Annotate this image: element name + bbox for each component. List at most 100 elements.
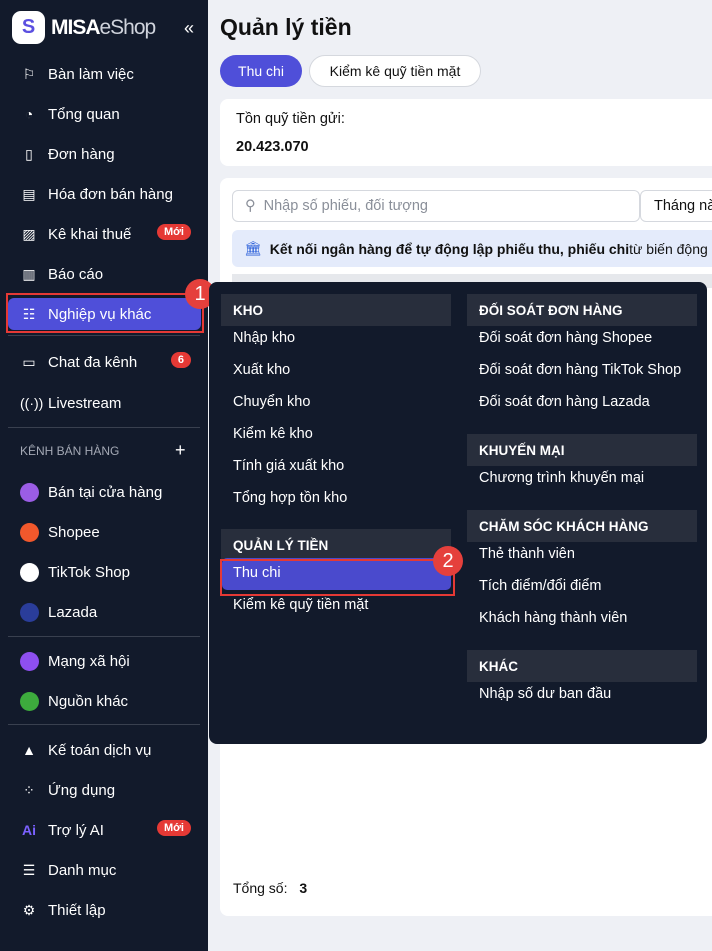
sidebar-item-label: Livestream: [48, 394, 122, 412]
order-icon: ▯: [25, 145, 33, 162]
other-operations-menu: KHO Nhập kho Xuất kho Chuyển kho Kiểm kê kho…: [209, 282, 707, 744]
menu-item[interactable]: Chuyển kho: [233, 394, 310, 410]
sidebar-item-label: Tổng quan: [48, 105, 120, 123]
sidebar-badge: 6: [170, 352, 191, 368]
menu-item[interactable]: Xuất kho: [233, 362, 290, 378]
sidebar-item-label: Bàn làm việc: [48, 65, 134, 83]
collapse-sidebar-button[interactable]: «: [184, 18, 194, 39]
menu-item[interactable]: Tổng hợp tồn kho: [233, 490, 347, 506]
menu-section-header: KHÁC: [467, 650, 697, 682]
brand-name: MISAeShop: [51, 15, 157, 40]
bank-banner-bold: Kết nối ngân hàng để tự động lập phiếu t…: [269, 240, 630, 257]
add-channel-button[interactable]: +: [175, 440, 186, 461]
menu-item[interactable]: Tính giá xuất kho: [233, 458, 344, 474]
sidebar-item[interactable]: Ai Trợ lý AI Mới: [8, 814, 201, 846]
menu-item[interactable]: Tích điểm/đổi điểm: [479, 578, 602, 594]
brand-main: MISA: [51, 15, 100, 39]
menu-item[interactable]: Khách hàng thành viên: [479, 610, 627, 626]
sidebar-item[interactable]: ▨ Kê khai thuế Mới: [8, 218, 201, 250]
menu-item[interactable]: Kiểm kê kho: [233, 426, 313, 442]
bank-banner-rest: từ biến động số dư: [629, 240, 712, 257]
sidebar-item[interactable]: TikTok Shop: [8, 556, 201, 588]
balance-value: 20.423.070: [236, 139, 309, 155]
sidebar-item-label: Shopee: [48, 523, 100, 541]
channel-icon: [20, 482, 39, 502]
sidebar-item[interactable]: Bán tại cửa hàng: [8, 476, 201, 508]
sidebar-item-label: Đơn hàng: [48, 145, 115, 163]
sidebar-item-label: Kế toán dịch vụ: [48, 741, 152, 759]
total-value: 3: [299, 880, 308, 896]
channels-heading: KÊNH BÁN HÀNG: [20, 444, 120, 458]
sidebar-item[interactable]: ⚙ Thiết lập: [8, 894, 201, 926]
menu-item[interactable]: Chương trình khuyến mại: [479, 470, 644, 486]
sidebar-item-label: Trợ lý AI: [48, 821, 104, 839]
channel-icon: [20, 562, 39, 582]
sidebar-item-label: Hóa đơn bán hàng: [48, 185, 173, 203]
accounting-icon: ▲: [22, 742, 36, 758]
catalog-icon: ☰: [22, 861, 36, 878]
balance-label: Tồn quỹ tiền gửi:: [236, 111, 345, 127]
highlight-box-1: [6, 293, 204, 333]
menu-section-header: KHO: [221, 294, 451, 326]
logo[interactable]: S MISAeShop: [12, 11, 157, 44]
sidebar-item[interactable]: ▤ Hóa đơn bán hàng: [8, 178, 201, 210]
sidebar-item-label: Lazada: [48, 603, 98, 621]
apps-icon: ⁘: [23, 781, 35, 798]
brand-sub: eShop: [99, 15, 157, 39]
sidebar-item[interactable]: ⚐ Bàn làm việc: [8, 58, 201, 90]
dashboard-icon: ◔: [24, 106, 34, 122]
channel-icon: [20, 522, 39, 542]
sidebar-item-label: TikTok Shop: [48, 563, 130, 581]
sidebar-item[interactable]: ▭ Chat đa kênh 6: [8, 346, 201, 378]
divider: [8, 636, 200, 637]
period-select[interactable]: Tháng này: [640, 190, 712, 222]
tab-kiem-ke-quy[interactable]: Kiểm kê quỹ tiền mặt: [309, 55, 481, 87]
highlight-box-2: [220, 559, 455, 596]
total-label: Tổng số:: [233, 880, 288, 896]
menu-item[interactable]: Đối soát đơn hàng TikTok Shop: [479, 362, 681, 378]
sidebar-item[interactable]: Mạng xã hội: [8, 645, 201, 677]
sidebar-item[interactable]: Shopee: [8, 516, 201, 548]
sidebar-badge: Mới: [156, 224, 191, 240]
sidebar-item[interactable]: ▯ Đơn hàng: [8, 138, 201, 170]
channel-icon: [20, 602, 39, 622]
menu-item[interactable]: Kiểm kê quỹ tiền mặt: [233, 597, 368, 613]
sidebar-item-label: Mạng xã hội: [48, 652, 130, 670]
sidebar-item[interactable]: ◔ Tổng quan: [8, 98, 201, 130]
channel-icon: [20, 691, 39, 711]
sidebar-item-label: Kê khai thuế: [48, 225, 132, 243]
menu-section-header: QUẢN LÝ TIỀN: [221, 529, 451, 561]
sidebar-item[interactable]: Lazada: [8, 596, 201, 628]
menu-item[interactable]: Đối soát đơn hàng Shopee: [479, 330, 652, 346]
divider: [8, 724, 200, 725]
gear-icon: ⚙: [22, 901, 36, 918]
sidebar-item[interactable]: ▥ Báo cáo: [8, 258, 201, 290]
sidebar-item-label: Thiết lập: [48, 901, 106, 919]
sidebar-item[interactable]: ⁘ Ứng dụng: [8, 774, 201, 806]
menu-item[interactable]: Thẻ thành viên: [479, 546, 575, 562]
sidebar-item[interactable]: ▲ Kế toán dịch vụ: [8, 734, 201, 766]
sidebar-item[interactable]: ☰ Danh mục: [8, 854, 201, 886]
sidebar-badge: Mới: [156, 820, 191, 836]
tab-thu-chi[interactable]: Thu chi: [220, 55, 302, 87]
sidebar-item[interactable]: ((·)) Livestream: [8, 387, 201, 419]
bank-connect-banner[interactable]: 🏛 Kết nối ngân hàng để tự động lập phiếu …: [232, 230, 712, 267]
sidebar-item-label: Bán tại cửa hàng: [48, 483, 163, 501]
channel-icon: [20, 651, 39, 671]
sidebar-item-label: Nguồn khác: [48, 692, 129, 710]
menu-item[interactable]: Đối soát đơn hàng Lazada: [479, 394, 650, 410]
livestream-icon: ((·)): [20, 395, 44, 411]
sidebar-item-label: Chat đa kênh: [48, 353, 138, 371]
menu-item[interactable]: Nhập kho: [233, 330, 295, 346]
tax-icon: ▨: [22, 225, 36, 242]
balance-card: Tồn quỹ tiền gửi: 20.423.070: [220, 99, 712, 166]
sidebar-item[interactable]: Nguồn khác: [8, 685, 201, 717]
step-2-marker: 2: [433, 546, 463, 576]
menu-section-header: KHUYẾN MẠI: [467, 434, 697, 466]
page-title: Quản lý tiền: [220, 14, 352, 40]
ai-icon: Ai: [22, 822, 36, 838]
menu-item[interactable]: Nhập số dư ban đầu: [479, 686, 611, 702]
search-input[interactable]: ⚲ Nhập số phiếu, đối tượng: [232, 190, 640, 222]
desk-icon: ⚐: [22, 65, 36, 82]
chat-icon: ▭: [22, 353, 36, 370]
